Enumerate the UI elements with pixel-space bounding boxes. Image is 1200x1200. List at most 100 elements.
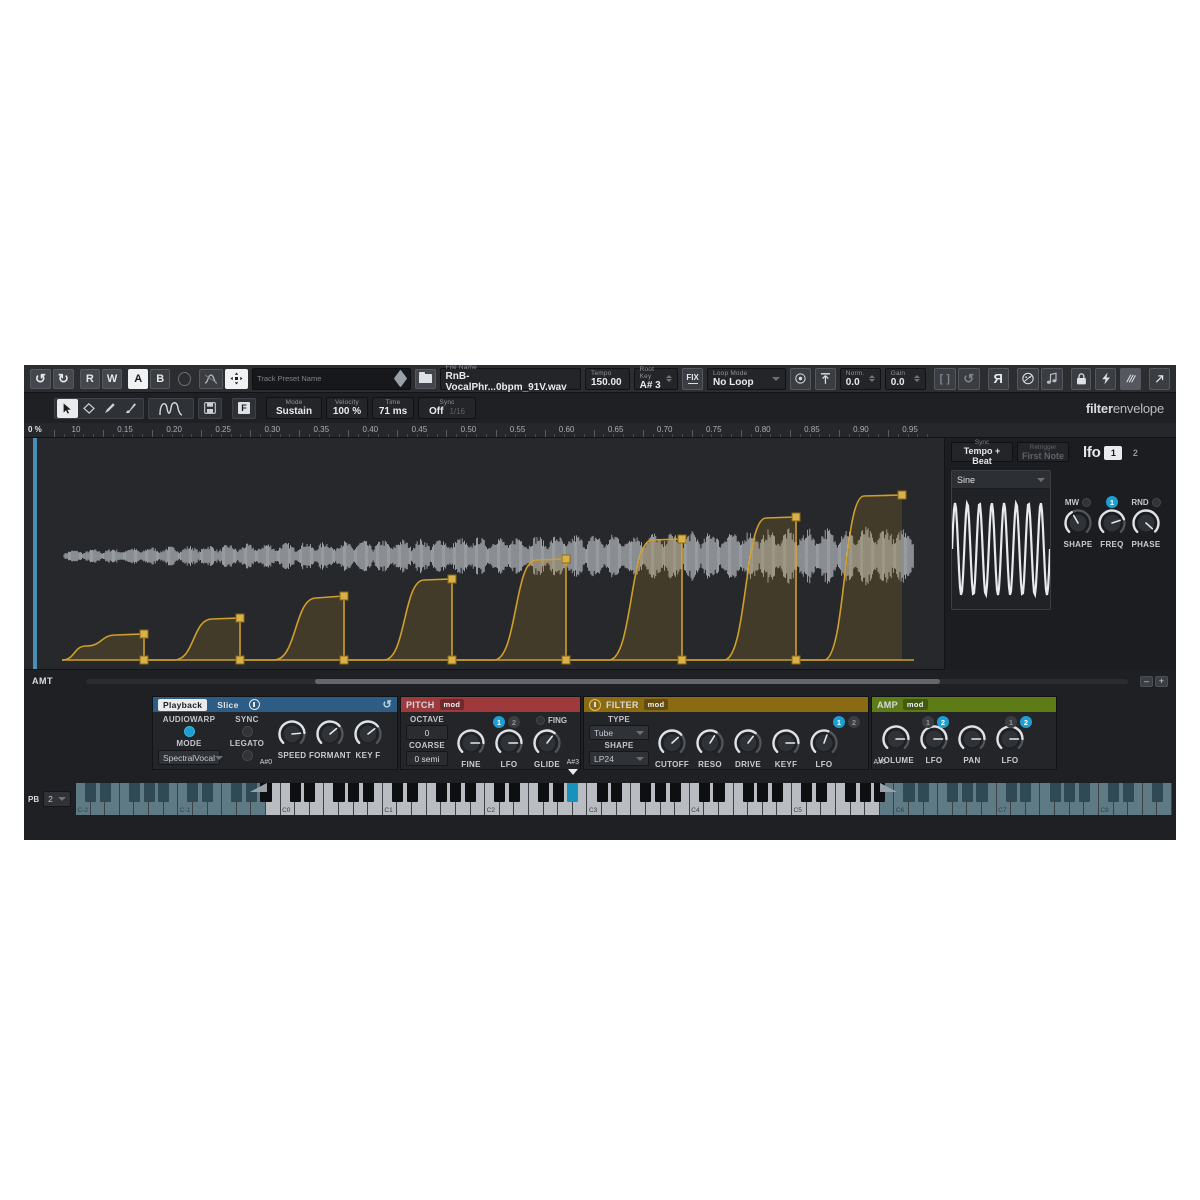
envelope-node-handle[interactable] <box>561 655 571 665</box>
draw-curve-button[interactable] <box>148 397 194 419</box>
knob-dial[interactable] <box>353 719 383 749</box>
piano-black-key[interactable] <box>771 783 783 802</box>
time-ruler[interactable]: 0 % 10 0.15 0.20 0.25 0.30 0.35 0.40 0.45 0.50 0.… <box>24 423 1176 438</box>
filter-lfo-1[interactable]: 1 <box>833 716 845 728</box>
knob-dial[interactable] <box>532 728 562 758</box>
scrollbar-thumb[interactable] <box>315 679 941 684</box>
filter-envelope-curve[interactable] <box>24 438 924 670</box>
knob-lfo[interactable]: LFO <box>992 724 1028 765</box>
fing-indicator[interactable] <box>536 716 545 725</box>
pointer-tool[interactable] <box>57 398 78 418</box>
filter-lfo-2[interactable]: 2 <box>848 716 860 728</box>
piano-black-key[interactable] <box>1107 783 1120 802</box>
envelope-node-handle[interactable] <box>139 629 149 639</box>
piano-black-key[interactable] <box>611 783 623 802</box>
horizontal-scrollbar[interactable] <box>86 679 1128 684</box>
preset-a-button[interactable]: A <box>128 368 149 389</box>
piano-black-key[interactable] <box>362 783 374 802</box>
loop-mode-field[interactable]: Loop Mode No Loop <box>707 367 787 390</box>
knob-lfo[interactable]: LFO <box>806 728 842 769</box>
piano-black-key[interactable] <box>435 783 447 802</box>
chevron-down-icon[interactable] <box>636 730 644 735</box>
undo-button[interactable]: ↺ <box>30 368 51 389</box>
freq-mod-indicator[interactable]: 1 <box>1106 496 1118 508</box>
piano-black-key[interactable] <box>1049 783 1061 802</box>
sync-field[interactable]: Sync Off 1/16 <box>418 397 476 419</box>
root-key-field[interactable]: Root Key A# 3 <box>633 366 679 391</box>
filter-mod-badge[interactable]: mod <box>643 699 669 710</box>
fix-button[interactable]: FIX <box>682 367 704 390</box>
redo-button[interactable]: ↻ <box>52 368 74 389</box>
knob-formant[interactable]: FORMANT <box>309 719 351 760</box>
knob-keyf[interactable]: KEYF <box>768 728 804 769</box>
piano-black-key[interactable] <box>450 783 462 802</box>
time-field[interactable]: Time 71 ms <box>372 397 414 419</box>
pb-value-select[interactable]: 2 <box>43 791 72 807</box>
envelope-node-handle[interactable] <box>235 613 245 623</box>
playback-reset-icon[interactable]: ↺ <box>382 698 392 711</box>
lfo-tab-2[interactable]: 2 <box>1126 446 1144 460</box>
pitch-mod-badge[interactable]: mod <box>439 699 465 710</box>
piano-black-key[interactable] <box>654 783 667 802</box>
write-automation-button[interactable]: W <box>101 368 123 389</box>
piano-black-key[interactable] <box>961 783 973 802</box>
load-file-button[interactable] <box>415 368 436 389</box>
preset-diamond-icon[interactable] <box>394 369 408 388</box>
piano-black-key[interactable] <box>187 783 199 802</box>
audiowarp-toggle[interactable] <box>183 726 195 737</box>
normalize-button[interactable] <box>814 367 836 390</box>
piano-black-key[interactable] <box>596 783 608 802</box>
piano-black-key[interactable] <box>567 783 579 802</box>
piano-black-key[interactable] <box>333 783 345 802</box>
piano-black-key[interactable] <box>465 783 477 802</box>
loop-target-button[interactable] <box>790 367 811 390</box>
piano-black-key[interactable] <box>859 783 871 802</box>
knob-dial[interactable] <box>657 728 687 758</box>
pitch-lfo-2[interactable]: 2 <box>508 716 520 728</box>
fixed-mode-button[interactable]: F <box>232 397 256 419</box>
piano-black-key[interactable] <box>947 783 959 802</box>
piano-black-key[interactable] <box>903 783 915 802</box>
filter-shape-select[interactable]: LP24 <box>589 751 649 766</box>
root-key-stepper[interactable] <box>666 375 673 382</box>
knob-key-f[interactable]: KEY F <box>350 719 386 760</box>
lfo-retrigger-field[interactable]: Retrigger First Note <box>1017 442 1069 462</box>
lfo-shape-control[interactable]: MW SHAPE <box>1063 496 1093 549</box>
knob-lfo[interactable]: LFO <box>916 724 952 765</box>
filter-type-select[interactable]: Tube <box>589 725 649 740</box>
tempo-field[interactable]: Tempo 150.00 <box>585 367 630 390</box>
rnd-indicator[interactable] <box>1151 497 1161 507</box>
zoom-out-button[interactable]: – <box>1140 676 1153 687</box>
piano-black-key[interactable] <box>1064 783 1076 802</box>
knob-dial[interactable] <box>315 719 345 749</box>
envelope-node-handle[interactable] <box>561 554 571 564</box>
brush-tool[interactable] <box>120 399 141 418</box>
envelope-node-handle[interactable] <box>677 534 687 544</box>
envelope-node-handle[interactable] <box>339 591 349 601</box>
piano-black-key[interactable] <box>406 783 418 802</box>
pitch-lfo-1[interactable]: 1 <box>493 716 505 728</box>
lfo-sync-field[interactable]: Sync Tempo + Beat <box>951 439 1013 466</box>
lfo-tab-1[interactable]: 1 <box>1104 445 1123 460</box>
amp-lfo2-2[interactable]: 2 <box>1020 716 1032 728</box>
lfo-phase-control[interactable]: RND PHASE <box>1131 496 1161 549</box>
amp-lfo2-1[interactable]: 1 <box>1005 716 1017 728</box>
piano-black-key[interactable] <box>158 783 170 802</box>
zoom-in-button[interactable]: + <box>1155 676 1168 687</box>
piano-black-key[interactable] <box>143 783 155 802</box>
piano-black-key[interactable] <box>640 783 652 802</box>
knob-dial[interactable] <box>277 719 307 749</box>
track-preset-field[interactable]: Track Preset Name <box>252 367 412 390</box>
move-tool-button[interactable] <box>225 368 249 389</box>
knob-dial[interactable] <box>995 724 1025 754</box>
piano-black-key[interactable] <box>304 783 316 802</box>
piano-black-key[interactable] <box>1005 783 1017 802</box>
piano-black-key[interactable] <box>348 783 360 802</box>
piano-black-key[interactable] <box>815 783 827 802</box>
envelope-node-handle[interactable] <box>791 512 801 522</box>
chevron-down-icon[interactable] <box>58 797 67 801</box>
piano-black-key[interactable] <box>1020 783 1032 802</box>
lfo-freq-control[interactable]: 1 FREQ <box>1097 496 1127 549</box>
piano-black-key[interactable] <box>289 783 301 802</box>
preset-b-button[interactable]: B <box>150 368 171 389</box>
